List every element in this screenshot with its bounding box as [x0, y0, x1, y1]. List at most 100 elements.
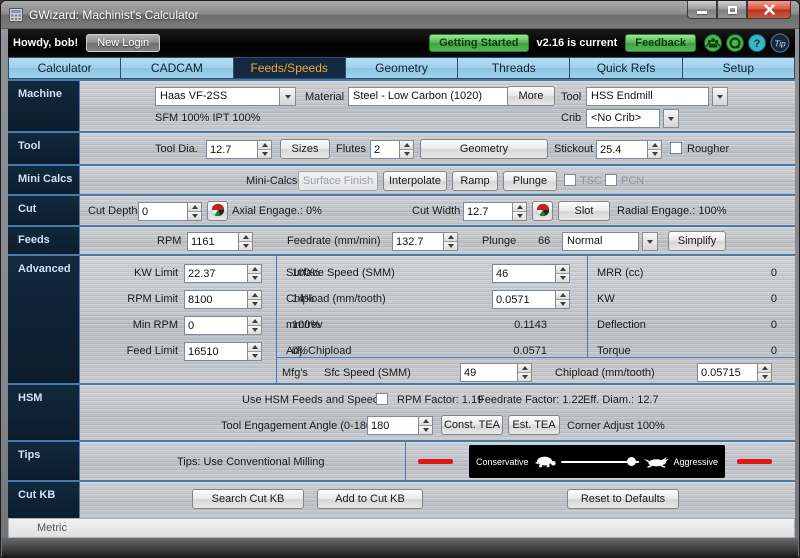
- close-button[interactable]: [747, 1, 791, 19]
- help-icon[interactable]: ?: [748, 34, 766, 52]
- spinner-arrows[interactable]: [517, 363, 532, 382]
- tool-type-select[interactable]: HSS Endmill: [586, 87, 728, 106]
- video-icon[interactable]: [726, 34, 744, 52]
- spinner-arrows[interactable]: [247, 316, 262, 335]
- tool-dia-input[interactable]: [206, 140, 257, 159]
- est-tea-button[interactable]: Est. TEA: [508, 415, 560, 435]
- community-icon[interactable]: [704, 34, 722, 52]
- getting-started-button[interactable]: Getting Started: [429, 34, 529, 52]
- spinner-arrows[interactable]: [555, 264, 570, 283]
- plunge-value: 66: [538, 235, 551, 247]
- window-bottom-edge: [2, 538, 798, 557]
- geometry-button[interactable]: Geometry: [420, 139, 548, 159]
- minimize-button[interactable]: [687, 1, 717, 19]
- spinner-arrows[interactable]: [257, 140, 272, 159]
- plunge-mode-select[interactable]: Normal: [562, 232, 658, 251]
- rpm-input[interactable]: [187, 232, 238, 251]
- flutes-input[interactable]: [370, 140, 399, 159]
- chevron-down-icon[interactable]: [663, 109, 679, 128]
- tab-quick-refs[interactable]: Quick Refs: [570, 57, 683, 79]
- tea-input[interactable]: [367, 416, 418, 435]
- tab-cadcam[interactable]: CADCAM: [121, 57, 234, 79]
- reset-to-defaults-button[interactable]: Reset to Defaults: [567, 489, 679, 509]
- radial-engagement-button[interactable]: [532, 201, 553, 221]
- slider-knob[interactable]: [627, 456, 637, 466]
- rpm-factor-text: RPM Factor: 1.19: [397, 394, 484, 406]
- rpm-label: RPM: [157, 235, 182, 247]
- interpolate-button[interactable]: Interpolate: [383, 171, 447, 191]
- simplify-button[interactable]: Simplify: [668, 231, 726, 251]
- kw-limit-input[interactable]: [184, 264, 247, 283]
- cut-depth-label: Cut Depth: [88, 205, 138, 217]
- feedrate-input[interactable]: [392, 232, 443, 251]
- spinner-arrows[interactable]: [238, 232, 253, 251]
- const-tea-button[interactable]: Const. TEA: [441, 415, 503, 435]
- torque-label: Torque: [597, 345, 631, 357]
- tab-feeds-speeds[interactable]: Feeds/Speeds: [233, 57, 346, 79]
- hsm-content: Use HSM Feeds and Speeds RPM Factor: 1.1…: [79, 385, 795, 440]
- mfg-speed-input[interactable]: [460, 363, 517, 382]
- mfg-chipload-input[interactable]: [697, 363, 757, 382]
- title-bar[interactable]: GWizard: Machinist's Calculator: [1, 1, 799, 29]
- spinner-arrows[interactable]: [443, 232, 458, 251]
- machine-select[interactable]: Haas VF-2SS: [155, 87, 296, 106]
- spinner-arrows[interactable]: [757, 363, 772, 382]
- spinner-arrows[interactable]: [418, 416, 433, 435]
- slider-track[interactable]: [561, 456, 639, 466]
- tab-setup[interactable]: Setup: [682, 57, 795, 79]
- crib-select[interactable]: <No Crib>: [586, 109, 679, 128]
- chevron-down-icon[interactable]: [280, 87, 296, 106]
- more-button[interactable]: More: [507, 86, 555, 106]
- spinner-arrows[interactable]: [187, 202, 202, 221]
- plunge-button[interactable]: Plunge: [503, 171, 557, 191]
- min-rpm-label: Min RPM: [132, 319, 178, 331]
- deflection-value: 0: [770, 319, 777, 331]
- cut-width-spinner: [463, 202, 527, 221]
- feedback-button[interactable]: Feedback: [625, 34, 696, 52]
- spinner-arrows[interactable]: [247, 342, 262, 361]
- new-login-button[interactable]: New Login: [86, 34, 161, 52]
- tab-geometry[interactable]: Geometry: [345, 57, 459, 79]
- pcn-checkbox[interactable]: [605, 174, 617, 186]
- tab-threads[interactable]: Threads: [458, 57, 571, 79]
- cut-kb-content: Search Cut KB Add to Cut KB Reset to Def…: [79, 482, 795, 518]
- stickout-spinner: [596, 140, 662, 159]
- top-toolbar: Howdy, bob! New Login Getting Started v2…: [8, 29, 795, 57]
- spinner-arrows[interactable]: [247, 290, 262, 309]
- spinner-arrows[interactable]: [247, 264, 262, 283]
- tip-icon[interactable]: Tip: [770, 33, 790, 53]
- spinner-arrows[interactable]: [399, 140, 414, 159]
- use-hsm-checkbox[interactable]: [376, 393, 388, 405]
- search-cut-kb-button[interactable]: Search Cut KB: [192, 489, 304, 509]
- axial-engagement-button[interactable]: [207, 201, 228, 221]
- rougher-label: Rougher: [687, 143, 730, 155]
- version-text: v2.16 is current: [536, 37, 618, 49]
- chevron-down-icon[interactable]: [642, 232, 658, 251]
- adj-chipload-value: 0.0571: [513, 345, 547, 357]
- tsc-checkbox[interactable]: [564, 174, 576, 186]
- spinner-arrows[interactable]: [647, 140, 662, 159]
- material-select[interactable]: Steel - Low Carbon (1020): [348, 87, 526, 106]
- chevron-down-icon[interactable]: [712, 87, 728, 106]
- surface-speed-input[interactable]: [492, 264, 555, 283]
- mini-calcs-content: Mini-Calcs Surface Finish Interpolate Ra…: [79, 166, 795, 194]
- ramp-button[interactable]: Ramp: [452, 171, 498, 191]
- sizes-button[interactable]: Sizes: [280, 139, 330, 159]
- spinner-arrows[interactable]: [512, 202, 527, 221]
- maximize-button[interactable]: [717, 1, 747, 19]
- rougher-checkbox[interactable]: [670, 142, 682, 154]
- min-rpm-input[interactable]: [184, 316, 247, 335]
- rpm-limit-input[interactable]: [184, 290, 247, 309]
- chipload-input[interactable]: [492, 290, 555, 309]
- feed-limit-input[interactable]: [184, 342, 247, 361]
- tab-calculator[interactable]: Calculator: [8, 57, 122, 79]
- feeds-speeds-panel: Machine Haas VF-2SS Material Steel - Low…: [8, 79, 795, 518]
- cut-depth-input[interactable]: [138, 202, 187, 221]
- add-to-cut-kb-button[interactable]: Add to Cut KB: [317, 489, 423, 509]
- status-bar: Metric: [8, 518, 795, 538]
- stickout-input[interactable]: [596, 140, 647, 159]
- slot-button[interactable]: Slot: [558, 201, 610, 221]
- surface-finish-button[interactable]: Surface Finish: [298, 171, 378, 191]
- spinner-arrows[interactable]: [555, 290, 570, 309]
- cut-width-input[interactable]: [463, 202, 512, 221]
